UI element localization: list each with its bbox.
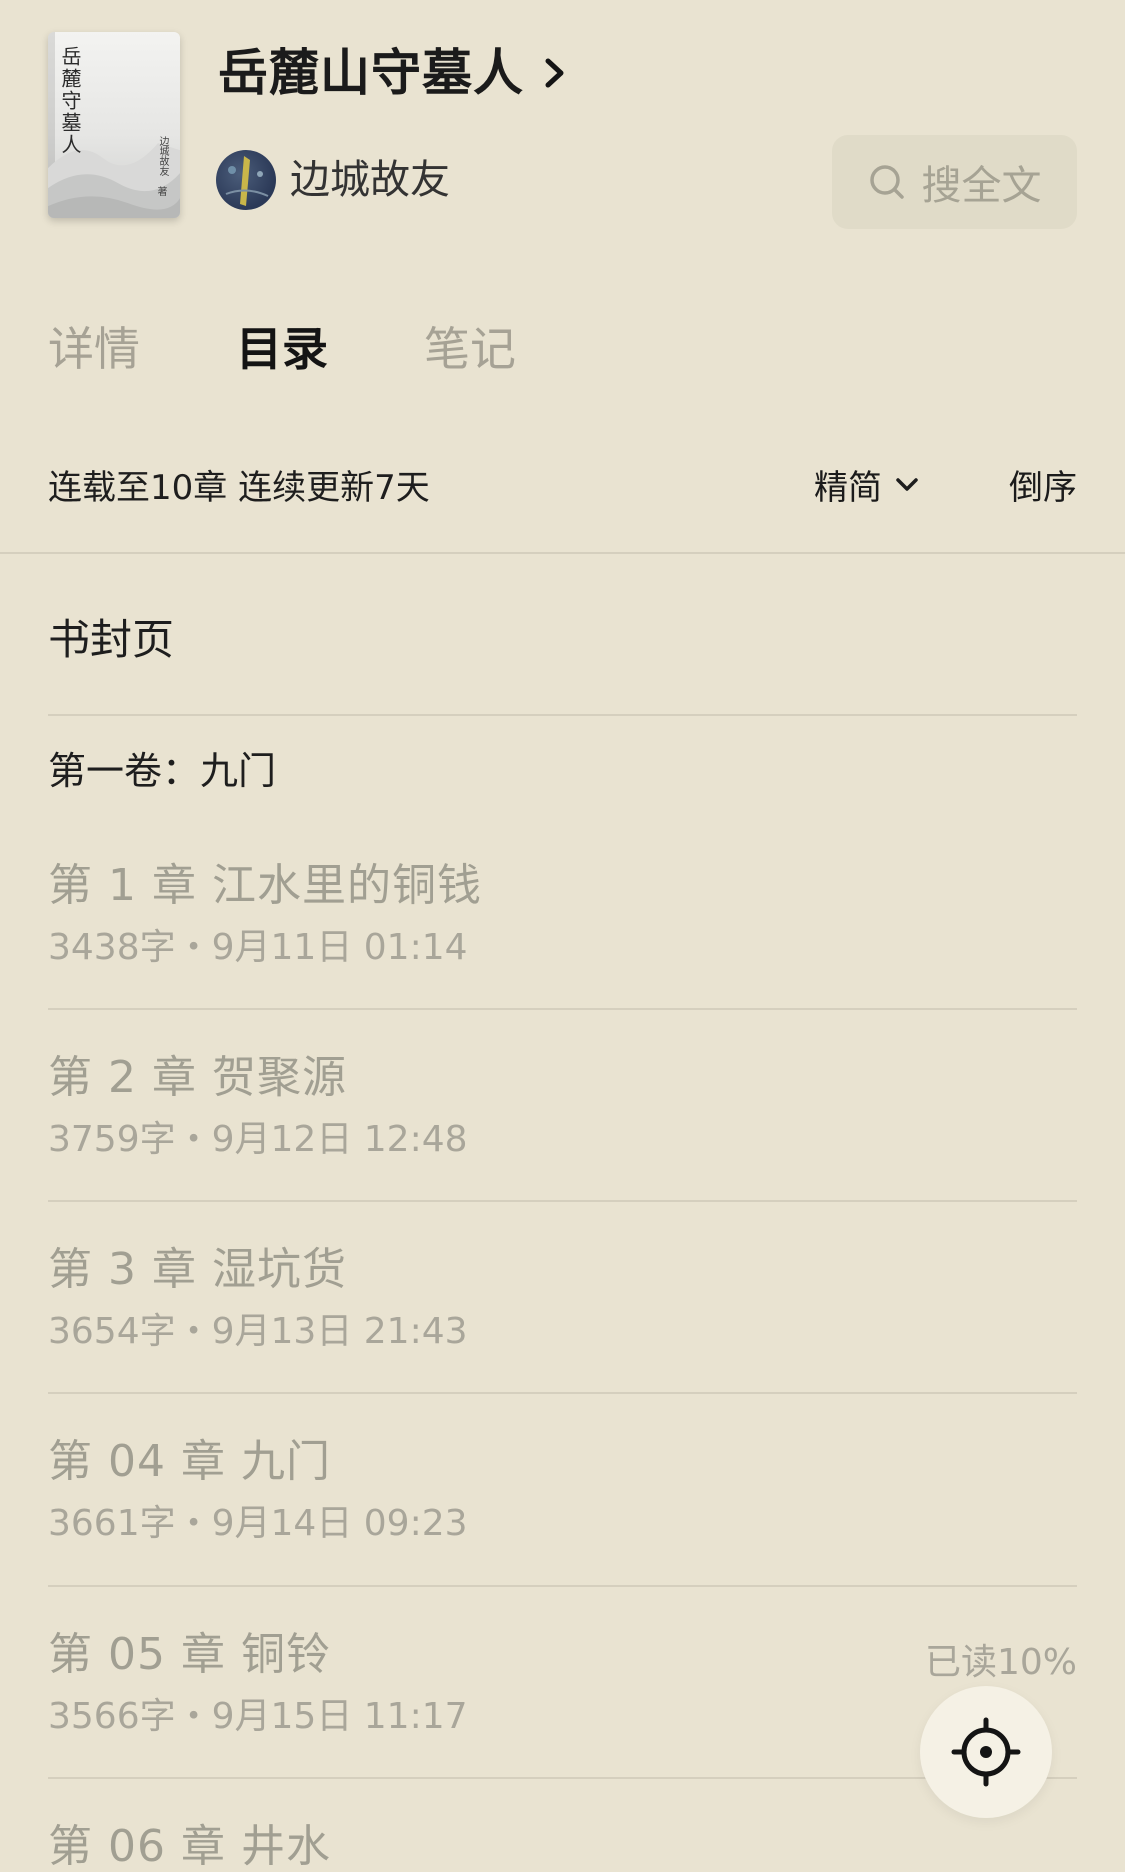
book-title: 岳麓山守墓人 <box>218 44 524 102</box>
author-name: 边城故友 <box>290 157 450 203</box>
search-icon <box>869 165 904 199</box>
crosshair-icon <box>951 1717 1021 1787</box>
chapter-title: 第 1 章 江水里的铜钱 <box>48 860 482 911</box>
chapter-title: 第 06 章 井水 <box>48 1821 331 1872</box>
chapter-item[interactable]: 第 06 章 井水 <box>48 1817 1077 1872</box>
divider <box>48 1200 1077 1202</box>
search-label: 搜全文 <box>921 163 1042 209</box>
chapter-item[interactable]: 第 05 章 铜铃 已读10% 3566字・9月15日 11:17 <box>48 1625 1077 1817</box>
author-avatar <box>216 150 276 210</box>
book-header: 岳麓守墓人 边城故友 著 岳麓山守墓人 边城故友 搜全文 <box>0 0 1125 250</box>
search-full-text-button[interactable]: 搜全文 <box>832 135 1077 229</box>
book-cover[interactable]: 岳麓守墓人 边城故友 著 <box>48 32 180 218</box>
serial-status: 连载至10章 连续更新7天 <box>48 468 430 508</box>
author-link[interactable]: 边城故友 <box>216 150 450 210</box>
chapter-item[interactable]: 第 04 章 九门 3661字・9月14日 09:23 <box>48 1432 1077 1624</box>
chapter-item[interactable]: 第 1 章 江水里的铜钱 3438字・9月11日 01:14 <box>48 856 1077 1048</box>
chapter-meta: 3566字・9月15日 11:17 <box>48 1696 468 1737</box>
cover-page-item[interactable]: 书封页 <box>48 606 174 667</box>
chapter-meta: 3654字・9月13日 21:43 <box>48 1311 468 1352</box>
view-mode-select[interactable]: 精简 <box>814 460 920 509</box>
chapter-item[interactable]: 第 3 章 湿坑货 3654字・9月13日 21:43 <box>48 1240 1077 1432</box>
volume-heading: 第一卷：九门 <box>48 749 277 793</box>
tab-bar: 详情 目录 笔记 <box>48 318 612 380</box>
reverse-order-button[interactable]: 倒序 <box>1009 460 1077 509</box>
divider <box>0 552 1125 554</box>
chapter-title: 第 2 章 贺聚源 <box>48 1052 347 1103</box>
divider <box>48 1008 1077 1010</box>
book-title-link[interactable]: 岳麓山守墓人 <box>218 42 568 104</box>
cover-title: 岳麓守墓人 <box>58 46 82 156</box>
tab-details[interactable]: 详情 <box>48 318 140 380</box>
chapter-title: 第 04 章 九门 <box>48 1436 331 1487</box>
chapter-title: 第 3 章 湿坑货 <box>48 1244 347 1295</box>
contents-toolbar: 连载至10章 连续更新7天 精简 倒序 <box>48 452 1077 512</box>
locate-current-chapter-button[interactable] <box>920 1686 1052 1818</box>
chevron-right-icon <box>545 58 564 88</box>
read-progress: 已读10% <box>924 1642 1077 1683</box>
tab-notes[interactable]: 笔记 <box>424 318 516 380</box>
chevron-down-icon <box>896 477 918 491</box>
chapter-title: 第 05 章 铜铃 <box>48 1629 331 1680</box>
view-mode-label: 精简 <box>814 468 882 508</box>
divider <box>48 1777 1077 1779</box>
chapter-meta: 3438字・9月11日 01:14 <box>48 927 468 968</box>
cover-author: 边城故友 <box>157 136 168 176</box>
chapter-item[interactable]: 第 2 章 贺聚源 3759字・9月12日 12:48 <box>48 1048 1077 1240</box>
divider <box>48 1585 1077 1587</box>
chapter-meta: 3759字・9月12日 12:48 <box>48 1119 468 1160</box>
tab-contents[interactable]: 目录 <box>236 318 328 380</box>
cover-author-suffix: 著 <box>155 186 166 196</box>
divider <box>48 714 1077 716</box>
divider <box>48 1392 1077 1394</box>
chapter-meta: 3661字・9月14日 09:23 <box>48 1503 468 1544</box>
